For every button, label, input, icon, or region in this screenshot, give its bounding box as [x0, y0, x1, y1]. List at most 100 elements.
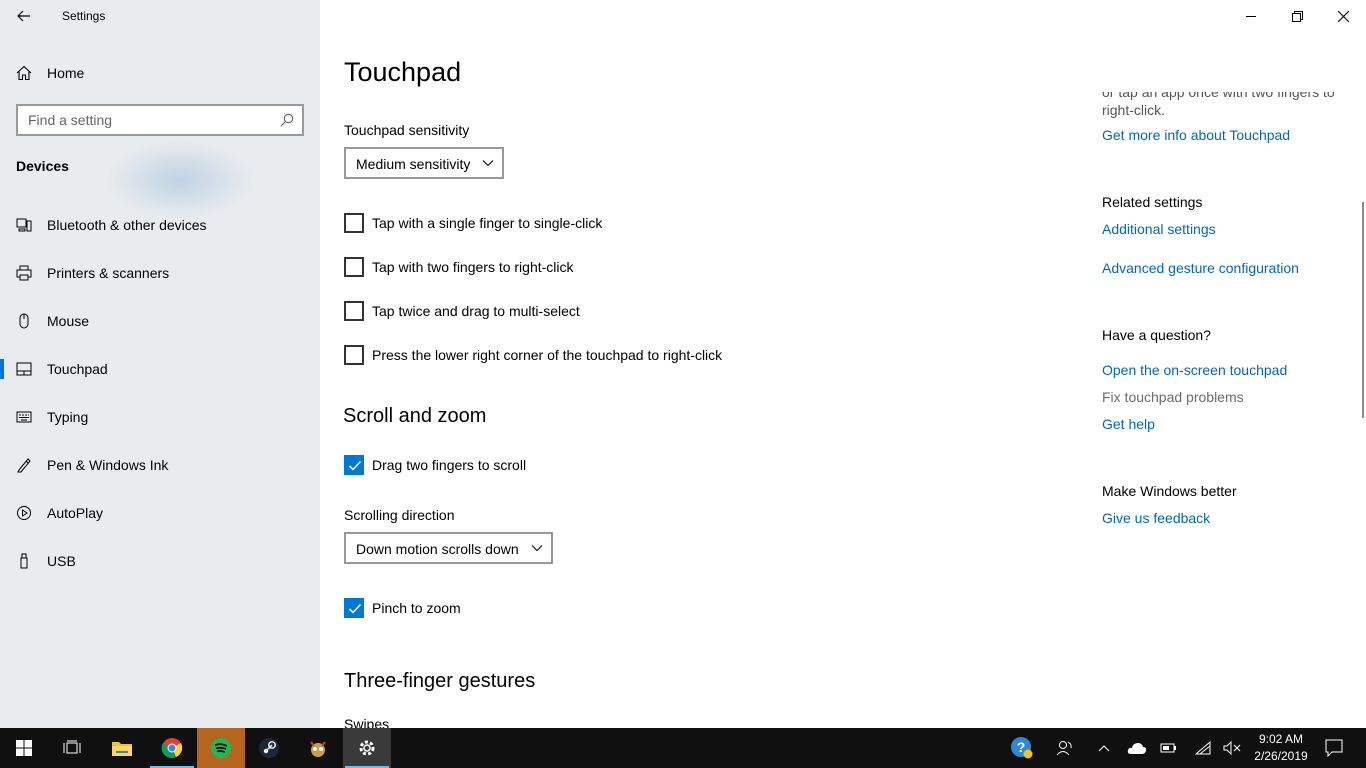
- settings-sidebar: Settings Home Devices Bluetooth & other …: [0, 0, 320, 728]
- spotify-button[interactable]: [197, 728, 245, 768]
- devices-section-heading: Devices: [16, 158, 69, 174]
- sensitivity-dropdown[interactable]: Medium sensitivity: [344, 147, 504, 179]
- wifi-icon: [1195, 741, 1211, 755]
- sidebar-item-touchpad[interactable]: Touchpad: [0, 349, 320, 389]
- pinch-zoom-checkbox[interactable]: [344, 598, 364, 618]
- sidebar-item-label: Typing: [47, 409, 89, 425]
- scroll-direction-value: Down motion scrolls down: [356, 541, 519, 557]
- checkbox-label: Press the lower right corner of the touc…: [372, 347, 723, 363]
- sensitivity-value: Medium sensitivity: [356, 156, 471, 172]
- keyboard-icon: [16, 411, 32, 423]
- spotify-icon: [211, 738, 231, 758]
- show-hidden-icons-button[interactable]: [1092, 728, 1116, 768]
- search-box[interactable]: [16, 104, 304, 136]
- folder-icon: [112, 742, 132, 756]
- more-info-link[interactable]: Get more info about Touchpad: [1102, 127, 1290, 143]
- network-tray-icon[interactable]: [1190, 728, 1216, 768]
- checkbox-label: Tap with a single finger to single-click: [372, 215, 603, 231]
- home-nav-item[interactable]: Home: [0, 56, 320, 90]
- related-settings-heading: Related settings: [1102, 194, 1203, 210]
- bluetooth-devices-icon: [16, 218, 32, 232]
- sidebar-item-label: Pen & Windows Ink: [47, 457, 169, 473]
- onedrive-tray-icon[interactable]: [1124, 728, 1150, 768]
- sidebar-item-mouse[interactable]: Mouse: [0, 301, 320, 341]
- two-finger-tap-checkbox[interactable]: [344, 257, 364, 277]
- chrome-button[interactable]: [148, 728, 196, 768]
- checkmark-icon: [348, 460, 362, 471]
- make-windows-better-heading: Make Windows better: [1102, 483, 1237, 499]
- scroll-direction-dropdown[interactable]: Down motion scrolls down: [344, 532, 553, 564]
- steam-button[interactable]: [245, 728, 293, 768]
- help-icon: ?: [1011, 737, 1033, 759]
- chevron-up-icon: [1098, 745, 1110, 752]
- search-input[interactable]: [18, 106, 268, 134]
- people-tray-icon[interactable]: [1050, 728, 1080, 768]
- battery-tray-icon[interactable]: [1156, 728, 1182, 768]
- checkbox-label: Tap twice and drag to multi-select: [372, 303, 580, 319]
- scrollbar[interactable]: [1362, 202, 1364, 418]
- question-heading: Have a question?: [1102, 327, 1211, 343]
- sidebar-item-label: Mouse: [47, 313, 90, 329]
- pen-icon: [17, 458, 31, 473]
- notification-icon: [1325, 739, 1343, 757]
- minimize-icon: [1246, 16, 1256, 17]
- chevron-down-icon: [531, 545, 543, 552]
- help-tray-icon[interactable]: ?: [1006, 728, 1038, 768]
- search-icon[interactable]: [280, 113, 294, 127]
- lower-right-corner-checkbox[interactable]: [344, 345, 364, 365]
- sidebar-item-label: AutoPlay: [47, 505, 104, 521]
- action-center-button[interactable]: [1318, 728, 1350, 768]
- sidebar-item-printers[interactable]: Printers & scanners: [0, 253, 320, 293]
- main-content: Touchpad Touchpad sensitivity Medium sen…: [320, 0, 1366, 728]
- task-view-button[interactable]: [48, 728, 96, 768]
- minimize-button[interactable]: [1228, 0, 1274, 32]
- autoplay-icon: [17, 506, 31, 520]
- people-icon: [1056, 741, 1072, 756]
- tap-twice-drag-checkbox[interactable]: [344, 301, 364, 321]
- game-app-button[interactable]: [294, 728, 342, 768]
- single-finger-tap-checkbox[interactable]: [344, 213, 364, 233]
- home-label: Home: [47, 65, 85, 81]
- volume-tray-icon[interactable]: [1220, 728, 1244, 768]
- chevron-down-icon: [482, 160, 494, 167]
- swipes-label: Swipes: [344, 716, 390, 728]
- title-bar: Settings: [0, 0, 320, 32]
- restore-button[interactable]: [1274, 0, 1320, 32]
- touchpad-icon: [16, 362, 32, 376]
- chrome-icon: [161, 738, 183, 758]
- feedback-link[interactable]: Give us feedback: [1102, 510, 1210, 526]
- settings-taskbar-button[interactable]: [343, 728, 391, 768]
- sidebar-item-bluetooth[interactable]: Bluetooth & other devices: [0, 205, 320, 245]
- windows-logo-icon: [16, 740, 32, 756]
- gear-icon: [359, 740, 375, 756]
- cloud-icon: [1127, 743, 1147, 754]
- back-button[interactable]: [8, 2, 40, 30]
- sidebar-item-autoplay[interactable]: AutoPlay: [0, 493, 320, 533]
- file-explorer-button[interactable]: [98, 728, 146, 768]
- sidebar-item-pen[interactable]: Pen & Windows Ink: [0, 445, 320, 485]
- cut-off-text: or tap an app once with two fingers to: [1102, 84, 1335, 100]
- back-arrow-icon: [17, 10, 30, 22]
- printer-icon: [16, 265, 32, 281]
- three-finger-heading: Three-finger gestures: [344, 670, 536, 692]
- task-view-icon: [63, 740, 81, 754]
- sidebar-item-usb[interactable]: USB: [0, 541, 320, 581]
- close-button[interactable]: [1320, 0, 1366, 32]
- cut-off-text-2: right-click.: [1102, 102, 1166, 118]
- page-title: Touchpad: [344, 57, 462, 87]
- get-help-link[interactable]: Get help: [1102, 416, 1155, 432]
- drag-scroll-checkbox[interactable]: [344, 455, 364, 475]
- sidebar-item-typing[interactable]: Typing: [0, 397, 320, 437]
- advanced-gesture-link[interactable]: Advanced gesture configuration: [1102, 260, 1299, 276]
- volume-muted-icon: [1223, 741, 1241, 755]
- clock-date: 2/26/2019: [1254, 749, 1308, 763]
- system-clock[interactable]: 9:02 AM 2/26/2019: [1246, 731, 1316, 765]
- scroll-zoom-heading: Scroll and zoom: [343, 405, 487, 427]
- start-button[interactable]: [0, 728, 48, 768]
- close-icon: [1337, 10, 1349, 22]
- sidebar-item-label: Printers & scanners: [47, 265, 170, 281]
- onscreen-touchpad-link[interactable]: Open the on-screen touchpad: [1102, 362, 1287, 378]
- sidebar-item-label: USB: [47, 553, 76, 569]
- sidebar-item-label: Touchpad: [47, 361, 108, 377]
- additional-settings-link[interactable]: Additional settings: [1102, 221, 1216, 237]
